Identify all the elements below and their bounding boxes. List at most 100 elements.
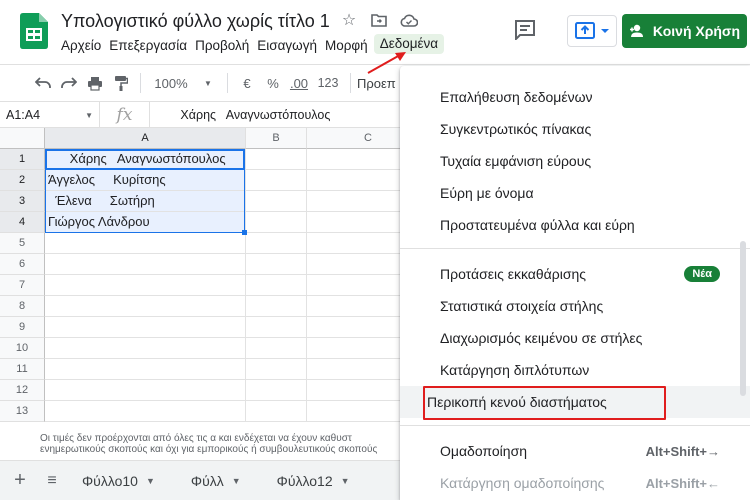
menu-scrollbar[interactable] xyxy=(740,241,746,396)
menu-item-group[interactable]: Ομαδοποίηση Alt+Shift+→ xyxy=(400,435,750,467)
cell-a10[interactable] xyxy=(45,338,246,359)
cell-a2[interactable]: Άγγελος Κυρίτσης xyxy=(45,170,246,191)
undo-icon[interactable] xyxy=(30,71,56,95)
cell-b10[interactable] xyxy=(246,338,307,359)
redo-icon[interactable] xyxy=(56,71,82,95)
shortcut-label: Alt+Shift+← xyxy=(645,475,720,491)
cell-a7[interactable] xyxy=(45,275,246,296)
cell-a8[interactable] xyxy=(45,296,246,317)
menu-item-ungroup[interactable]: Κατάργηση ομαδοποίησης Alt+Shift+← xyxy=(400,467,750,499)
document-title[interactable]: Υπολογιστικό φύλλο χωρίς τίτλο 1 xyxy=(61,11,330,32)
name-box-value: A1:A4 xyxy=(6,107,41,122)
row-header[interactable]: 2 xyxy=(0,170,45,191)
all-sheets-icon[interactable]: ≡ xyxy=(40,472,64,490)
cell-b2[interactable] xyxy=(246,170,307,191)
sheets-logo-icon[interactable] xyxy=(20,13,48,49)
cell-a1[interactable]: Χάρης Αναγνωστόπουλος xyxy=(45,149,246,170)
menu-item-label: Προστατευμένα φύλλα και εύρη xyxy=(440,217,635,233)
cell-a9[interactable] xyxy=(45,317,246,338)
cell-a13[interactable] xyxy=(45,401,246,422)
percent-format-button[interactable]: % xyxy=(260,71,286,95)
cell-a12[interactable] xyxy=(45,380,246,401)
row-header[interactable]: 8 xyxy=(0,296,45,317)
cell-b6[interactable] xyxy=(246,254,307,275)
menu-item-randomize-range[interactable]: Τυχαία εμφάνιση εύρους xyxy=(400,145,750,177)
comment-history-icon[interactable] xyxy=(514,20,536,40)
header: Υπολογιστικό φύλλο χωρίς τίτλο 1 ☆ Αρχεί… xyxy=(0,0,750,64)
cell-a5[interactable] xyxy=(45,233,246,254)
cell-b3[interactable] xyxy=(246,191,307,212)
menu-edit[interactable]: Επεξεργασία xyxy=(109,37,187,54)
column-header[interactable]: B xyxy=(246,128,307,149)
chevron-down-icon[interactable]: ▼ xyxy=(146,476,155,486)
cell-b13[interactable] xyxy=(246,401,307,422)
present-button[interactable] xyxy=(567,15,617,47)
column-header[interactable]: A xyxy=(45,128,246,149)
chevron-down-icon[interactable]: ▼ xyxy=(341,476,350,486)
row-header[interactable]: 12 xyxy=(0,380,45,401)
print-icon[interactable] xyxy=(82,71,108,95)
row-header[interactable]: 5 xyxy=(0,233,45,254)
row-header[interactable]: 4 xyxy=(0,212,45,233)
menu-item-data-validation[interactable]: Επαλήθευση δεδομένων xyxy=(400,81,750,113)
row-header[interactable]: 13 xyxy=(0,401,45,422)
menu-format[interactable]: Μορφή xyxy=(325,37,368,54)
chevron-down-icon[interactable]: ▼ xyxy=(232,476,241,486)
menu-data[interactable]: Δεδομένα xyxy=(373,34,445,54)
menu-item-remove-duplicates[interactable]: Κατάργηση διπλότυπων xyxy=(400,354,750,386)
add-sheet-icon[interactable]: + xyxy=(0,469,40,492)
select-all-corner[interactable] xyxy=(0,128,45,149)
sheet-tab[interactable]: Φύλλο10 ▼ xyxy=(64,461,173,500)
name-box[interactable]: A1:A4 ▼ xyxy=(0,101,100,128)
row-header[interactable]: 7 xyxy=(0,275,45,296)
cell-b7[interactable] xyxy=(246,275,307,296)
shortcut-label: Alt+Shift+→ xyxy=(645,443,720,459)
paint-format-icon[interactable] xyxy=(108,71,134,95)
cell-b9[interactable] xyxy=(246,317,307,338)
row-header[interactable]: 6 xyxy=(0,254,45,275)
decimal-format-button[interactable]: .00 xyxy=(286,71,312,95)
share-button[interactable]: Κοινή Χρήση xyxy=(622,14,747,48)
more-formats-button[interactable]: 123 xyxy=(312,71,344,95)
cell-b4[interactable] xyxy=(246,212,307,233)
row-header[interactable]: 10 xyxy=(0,338,45,359)
zoom-dropdown-icon[interactable]: ▼ xyxy=(195,71,221,95)
menu-item-label: Τυχαία εμφάνιση εύρους xyxy=(440,153,592,169)
cell-b8[interactable] xyxy=(246,296,307,317)
row-header[interactable]: 11 xyxy=(0,359,45,380)
cell-a11[interactable] xyxy=(45,359,246,380)
row-header[interactable]: 1 xyxy=(0,149,45,170)
data-menu: Επαλήθευση δεδομένων Συγκεντρωτικός πίνα… xyxy=(400,66,750,500)
sheet-tab[interactable]: Φύλλο12 ▼ xyxy=(259,461,368,500)
menu-insert[interactable]: Εισαγωγή xyxy=(257,37,317,54)
cell-a3[interactable]: Έλενα Σωτήρη xyxy=(45,191,246,212)
menu-item-protected-sheets[interactable]: Προστατευμένα φύλλα και εύρη xyxy=(400,209,750,241)
move-folder-icon[interactable] xyxy=(370,11,388,29)
cell-b5[interactable] xyxy=(246,233,307,254)
cell-a6[interactable] xyxy=(45,254,246,275)
menu-item-label: Επαλήθευση δεδομένων xyxy=(440,89,593,105)
menu-item-cleanup-suggestions[interactable]: Προτάσεις εκκαθάρισης Νέα xyxy=(400,258,750,290)
formula-input[interactable]: Χάρης Αναγνωστόπουλος xyxy=(150,108,330,122)
sheet-tab-label: Φύλλο12 xyxy=(276,472,333,489)
zoom-select[interactable]: 100% xyxy=(147,71,195,95)
menu-item-pivot-table[interactable]: Συγκεντρωτικός πίνακας xyxy=(400,113,750,145)
sheet-tab[interactable]: Φύλλ ▼ xyxy=(173,461,259,500)
cloud-status-icon[interactable] xyxy=(400,11,418,29)
cell-b1[interactable] xyxy=(246,149,307,170)
menu-file[interactable]: Αρχείο xyxy=(61,37,101,54)
star-icon[interactable]: ☆ xyxy=(340,11,358,29)
menu-item-column-stats[interactable]: Στατιστικά στοιχεία στήλης xyxy=(400,290,750,322)
cell-a4[interactable]: Γιώργος Λάνδρου xyxy=(45,212,246,233)
row-header[interactable]: 3 xyxy=(0,191,45,212)
cell-b11[interactable] xyxy=(246,359,307,380)
menu-item-split-text[interactable]: Διαχωρισμός κειμένου σε στήλες xyxy=(400,322,750,354)
menu-item-trim-whitespace[interactable]: Περικοπή κενού διαστήματος xyxy=(400,386,750,418)
cell-b12[interactable] xyxy=(246,380,307,401)
menu-view[interactable]: Προβολή xyxy=(195,37,249,54)
currency-format-button[interactable]: € xyxy=(234,71,260,95)
sheet-tab-label: Φύλλ xyxy=(190,472,224,489)
row-header[interactable]: 9 xyxy=(0,317,45,338)
menu-item-named-ranges[interactable]: Εύρη με όνομα xyxy=(400,177,750,209)
font-family-select[interactable]: Προεπ xyxy=(357,71,396,95)
